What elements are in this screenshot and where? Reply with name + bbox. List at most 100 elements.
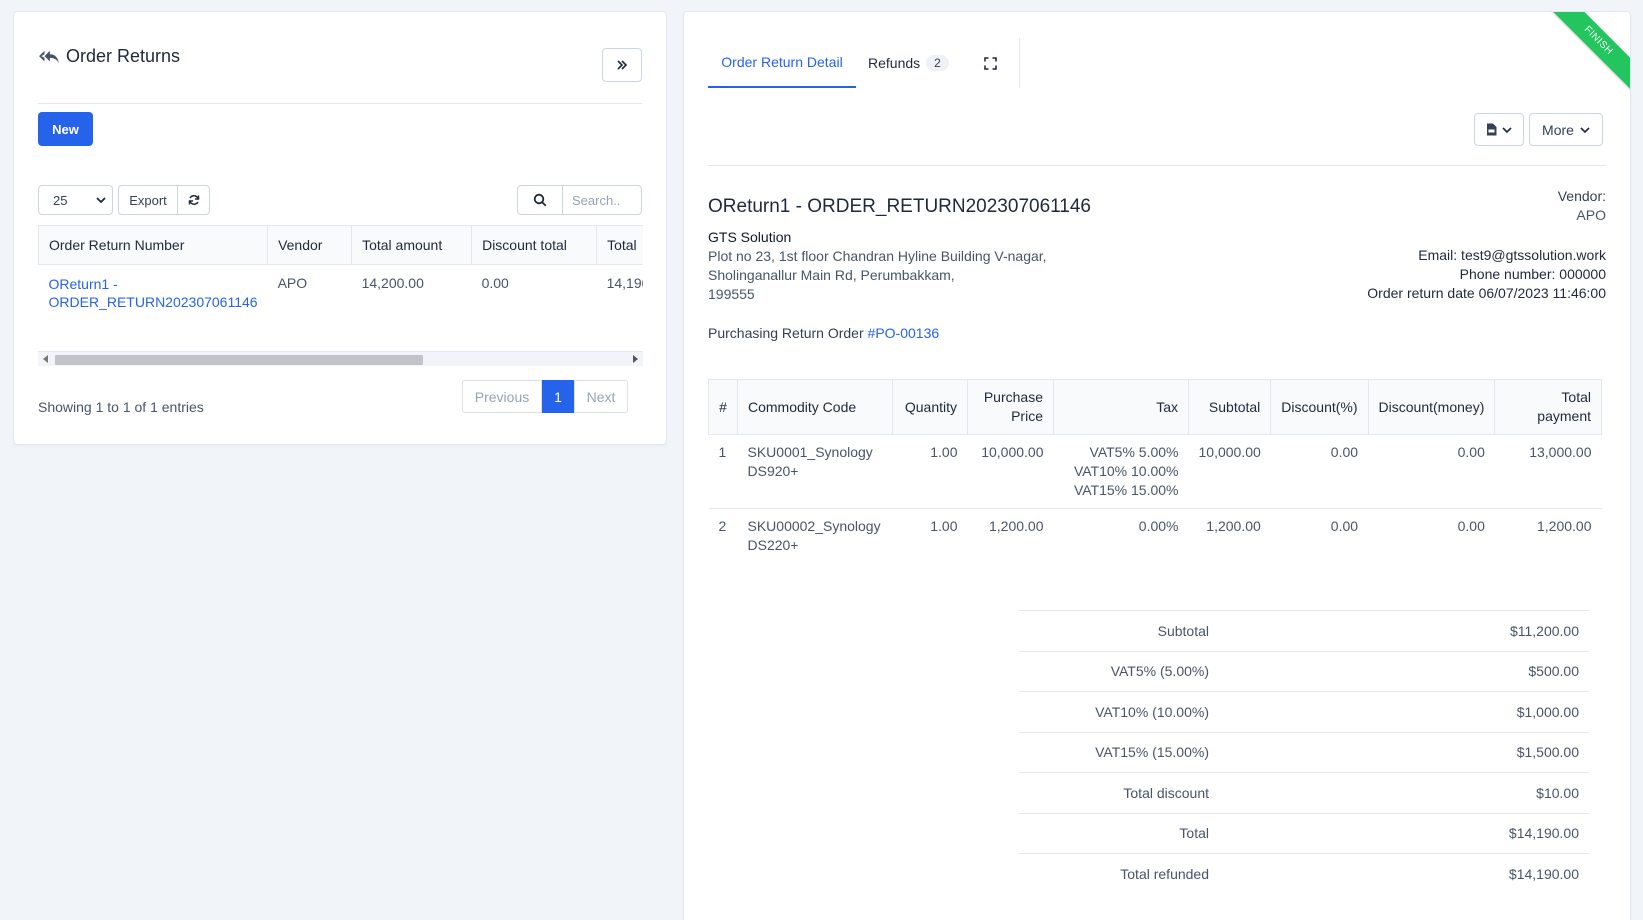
total-cell: 14,190.00 — [606, 275, 643, 291]
totals-label: VAT15% (15.00%) — [1019, 731, 1219, 773]
item-number: 2 — [718, 518, 727, 534]
search-group: Search.. — [517, 185, 642, 215]
purchase-price: 10,000.00 — [967, 434, 1054, 509]
column-header[interactable]: Total amount — [351, 225, 473, 265]
page-length-select[interactable]: 25 — [38, 185, 113, 215]
pagination: Previous 1 Next — [462, 380, 628, 413]
tab-refunds-label: Refunds — [868, 55, 921, 71]
commodity-code: SKU0001_Synology DS920+ — [737, 434, 893, 509]
reply-all-icon — [39, 50, 59, 63]
scroll-right-arrow-icon[interactable] — [633, 355, 638, 363]
table-row: OReturn1 - ORDER_RETURN202307061146 APO 1… — [39, 265, 644, 322]
order-returns-table: Order Return Number Vendor Total amount … — [38, 225, 643, 321]
column-header: # — [708, 379, 738, 435]
pdf-file-icon — [1487, 123, 1497, 136]
company-address-line: Sholinganallur Main Rd, Perumbakkam, — [708, 267, 955, 283]
subtotal: 1,200.00 — [1206, 518, 1261, 534]
totals-row: Total $14,190.00 — [1019, 812, 1589, 854]
more-label: More — [1542, 121, 1574, 138]
totals-value: $1,000.00 — [1219, 691, 1589, 732]
column-header[interactable]: Order Return Number — [38, 225, 269, 265]
purchase-order-link[interactable]: #PO-00136 — [868, 325, 940, 341]
vendor-cell: APO — [277, 275, 308, 291]
purchase-order-prefix: Purchasing Return Order — [708, 325, 868, 341]
order-returns-panel: Order Returns New 25 Export Search.. Ord… — [13, 11, 667, 445]
vendor-email: Email: test9@gtssolution.work — [1418, 247, 1606, 263]
entries-info: Showing 1 to 1 of 1 entries — [38, 399, 204, 415]
refresh-icon — [188, 195, 199, 205]
page-1-button[interactable]: 1 — [542, 380, 574, 413]
scrollbar-thumb[interactable] — [55, 355, 423, 365]
next-page-button[interactable]: Next — [574, 380, 628, 413]
status-ribbon-text: FINISH — [1550, 12, 1630, 92]
page-title: Order Returns — [38, 46, 180, 67]
scroll-left-arrow-icon[interactable] — [43, 355, 48, 363]
new-button[interactable]: New — [38, 112, 93, 146]
order-return-detail-panel: FINISH Order Return Detail Refunds 2 Mor… — [683, 11, 1631, 920]
order-return-link[interactable]: OReturn1 - ORDER_RETURN202307061146 — [49, 276, 258, 310]
column-header: Total payment — [1494, 379, 1602, 435]
column-header: Quantity — [892, 379, 968, 435]
totals-label: Total refunded — [1019, 853, 1219, 894]
vendor-label: Vendor: — [1557, 188, 1606, 204]
totals-label: Subtotal — [1019, 610, 1219, 651]
company-address-line: Plot no 23, 1st floor Chandran Hyline Bu… — [708, 248, 1047, 264]
contact-info: Email: test9@gtssolution.work Phone numb… — [1367, 246, 1606, 303]
column-header[interactable]: Discount total — [471, 225, 598, 265]
items-table: # Commodity Code Quantity Purchase Price… — [708, 379, 1602, 563]
totals-table: Subtotal $11,200.00 VAT5% (5.00%) $500.00 … — [1019, 610, 1589, 894]
column-header: Discount(money) — [1367, 379, 1496, 435]
more-dropdown-button[interactable]: More — [1529, 113, 1603, 146]
column-header: Subtotal — [1187, 379, 1272, 435]
page-title-text: Order Returns — [66, 46, 181, 66]
column-header[interactable]: Vendor — [267, 225, 353, 265]
totals-value: $10.00 — [1219, 772, 1589, 813]
vendor-phone: Phone number: 000000 — [1459, 266, 1606, 282]
company-name: GTS Solution — [708, 229, 792, 245]
subtotal: 10,000.00 — [1188, 434, 1271, 509]
table-row: 2 SKU00002_Synology DS220+ 1.00 1,200.00 … — [709, 509, 1602, 564]
tab-order-return-detail[interactable]: Order Return Detail — [708, 38, 856, 88]
tax: VAT5% 5.00% VAT10% 10.00% VAT15% 15.00% — [1053, 434, 1189, 509]
fullscreen-button[interactable] — [984, 38, 1004, 88]
vendor-value: APO — [1576, 207, 1606, 223]
total-amount-cell: 14,200.00 — [361, 275, 424, 291]
column-header[interactable]: Total — [596, 225, 643, 265]
tab-refunds[interactable]: Refunds 2 — [868, 38, 949, 88]
horizontal-scrollbar[interactable] — [38, 351, 643, 366]
totals-row: VAT15% (15.00%) $1,500.00 — [1019, 731, 1589, 773]
quantity: 1.00 — [892, 434, 968, 509]
totals-value: $11,200.00 — [1219, 610, 1589, 651]
pdf-dropdown-button[interactable] — [1474, 113, 1524, 146]
purchase-price: 1,200.00 — [989, 518, 1044, 534]
reload-button[interactable] — [177, 185, 210, 215]
chevron-down-icon — [1580, 126, 1590, 133]
totals-value: $14,190.00 — [1219, 853, 1589, 894]
export-button[interactable]: Export — [118, 185, 178, 215]
detail-tabs: Order Return Detail Refunds 2 — [708, 38, 1020, 88]
totals-row: VAT10% (10.00%) $1,000.00 — [1019, 691, 1589, 732]
item-number: 1 — [708, 434, 738, 509]
search-button[interactable] — [517, 185, 563, 215]
search-icon — [533, 193, 547, 207]
order-return-number-cell: OReturn1 - ORDER_RETURN202307061146 — [39, 265, 268, 322]
table-toolbar: 25 Export Search.. — [38, 185, 642, 217]
search-input[interactable]: Search.. — [563, 185, 642, 215]
totals-row: Total refunded $14,190.00 — [1019, 853, 1589, 894]
totals-value: $1,500.00 — [1219, 731, 1589, 773]
double-chevron-right-icon — [617, 60, 628, 70]
order-returns-table-wrapper: Order Return Number Vendor Total amount … — [38, 225, 643, 333]
column-header: Purchase Price — [967, 379, 1054, 435]
totals-row: Total discount $10.00 — [1019, 772, 1589, 813]
previous-page-button[interactable]: Previous — [462, 380, 542, 413]
quantity: 1.00 — [930, 518, 958, 534]
chevron-down-icon — [1502, 126, 1512, 133]
purchase-order-reference: Purchasing Return Order #PO-00136 — [708, 325, 939, 341]
discount-total-cell: 0.00 — [481, 275, 509, 291]
discount-money: 0.00 — [1368, 434, 1495, 509]
total-payment: 13,000.00 — [1494, 434, 1602, 509]
totals-row: Subtotal $11,200.00 — [1019, 610, 1589, 651]
collapse-panel-button[interactable] — [602, 48, 642, 82]
discount-percent: 0.00 — [1330, 518, 1359, 534]
expand-icon — [984, 56, 997, 70]
